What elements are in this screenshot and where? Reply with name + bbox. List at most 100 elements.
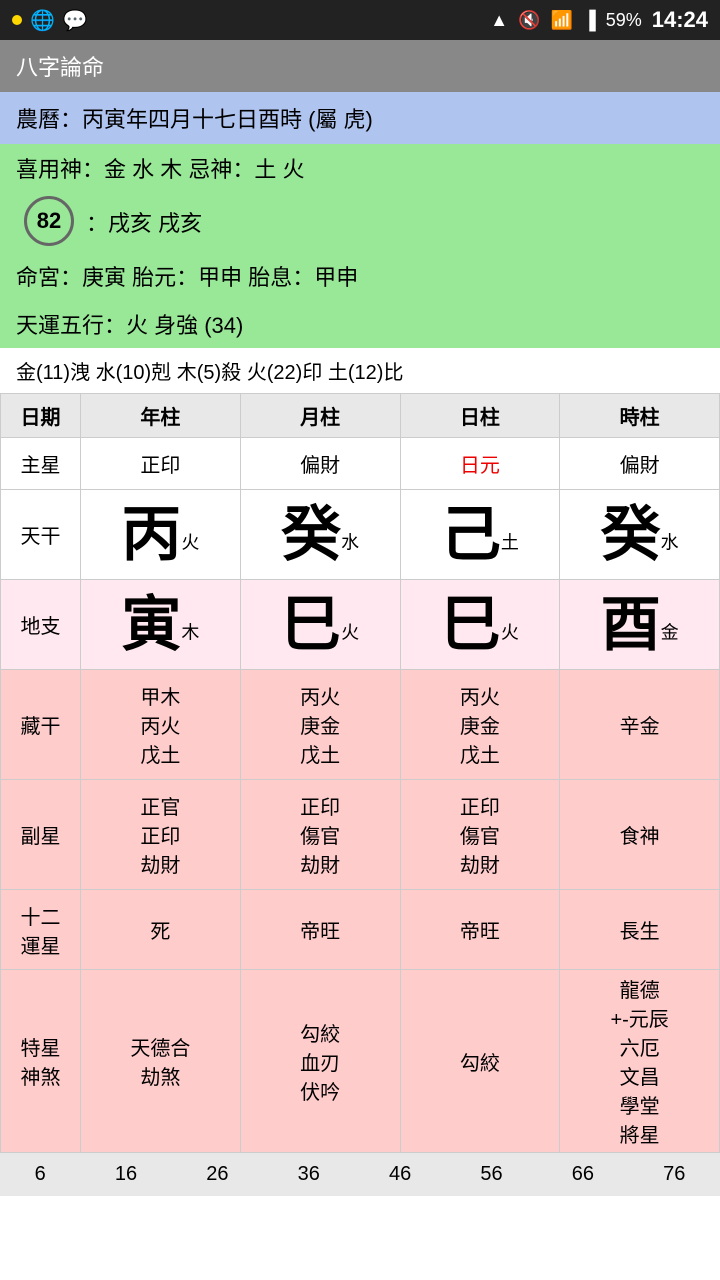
tiangan-yue: 癸水 [240,490,400,580]
tiangan-label: 天干 [1,490,81,580]
dizhi-yue-sub: 火 [341,622,359,642]
chrome-icon: 🌐 [30,8,55,33]
table-header-row: 日期 年柱 月柱 日柱 時柱 [1,394,720,438]
shier-ri: 帝旺 [400,890,560,970]
tiangan-ri: 己土 [400,490,560,580]
fuxing-shi: 食神 [560,780,720,890]
battery-text: 59% [606,10,642,31]
left-status-icons: 🌐 💬 [12,8,88,33]
zhuxing-row: 主星 正印 偏財 日元 偏財 [1,438,720,490]
tiangan-nian: 丙火 [81,490,241,580]
lunar-text: 農曆：丙寅年四月十七日酉時 (屬 虎) [16,107,373,132]
dizhi-ri-char: 巳 [441,591,501,658]
fuxing-label: 副星 [1,780,81,890]
zanggan-nian: 甲木 丙火 戊土 [81,670,241,780]
bottom-num-5: 56 [480,1163,502,1186]
shier-yue: 帝旺 [240,890,400,970]
ming-info: 命宮：庚寅 胎元：甲申 胎息：甲申 [0,252,720,300]
shenyong-text: 喜用神：金 水 木 忌神：土 火 [16,157,304,182]
zhuxing-shi: 偏財 [560,438,720,490]
zhuxing-label: 主星 [1,438,81,490]
fuxing-yue: 正印 傷官 劫財 [240,780,400,890]
bottom-num-7: 76 [663,1163,685,1186]
shenyong-info: 喜用神：金 水 木 忌神：土 火 [0,144,720,192]
col-header-yuezhu: 月柱 [240,394,400,438]
zanggan-ri: 丙火 庚金 戊土 [400,670,560,780]
texing-shi: 龍德 +-元辰 六厄 文昌 學堂 將星 [560,970,720,1153]
clock: 14:24 [652,7,708,33]
main-table: 日期 年柱 月柱 日柱 時柱 主星 正印 偏財 日元 偏財 天干 丙火 癸水 己… [0,393,720,1153]
dizhi-row: 地支 寅木 巳火 巳火 酉金 [1,580,720,670]
score-badge: 82 [24,196,74,246]
lunar-info: 農曆：丙寅年四月十七日酉時 (屬 虎) [0,92,720,144]
dizhi-shi-char: 酉 [601,591,661,658]
app-title: 八字論命 [16,50,104,82]
bottom-num-0: 6 [35,1163,46,1186]
zanggan-shi: 辛金 [560,670,720,780]
dizhi-label: 地支 [1,580,81,670]
shen2-text: ：戌亥 戌亥 [86,206,202,238]
tiangan-shi-char: 癸 [601,501,661,568]
tiangan-shi: 癸水 [560,490,720,580]
tiangan-nian-char: 丙 [121,501,181,568]
bottom-num-6: 66 [572,1163,594,1186]
tianyun-info: 天運五行：火 身強 (34) [0,300,720,348]
texing-row: 特星 神煞 天德合 劫煞 勾絞 血刃 伏吟 勾絞 龍德 +-元辰 六厄 文昌 學… [1,970,720,1153]
ming-text: 命宮：庚寅 胎元：甲申 胎息：甲申 [16,265,358,290]
tiangan-nian-sub: 火 [181,532,199,552]
zanggan-yue: 丙火 庚金 戊土 [240,670,400,780]
tiangan-ri-sub: 土 [501,532,519,552]
zhuxing-yue: 偏財 [240,438,400,490]
tianyun-text: 天運五行：火 身強 (34) [16,313,243,338]
zhuxing-nian: 正印 [81,438,241,490]
col-header-riqī: 日期 [1,394,81,438]
shen2-section: 82 ：戌亥 戌亥 [0,192,720,252]
dizhi-nian-sub: 木 [181,622,199,642]
zanggan-row: 藏干 甲木 丙火 戊土 丙火 庚金 戊土 丙火 庚金 戊土 辛金 [1,670,720,780]
fuxing-ri: 正印 傷官 劫財 [400,780,560,890]
tiangan-yue-char: 癸 [281,501,341,568]
dot-icon [12,15,22,25]
dizhi-yue-char: 巳 [281,591,341,658]
shier-nian: 死 [81,890,241,970]
shier-label: 十二 運星 [1,890,81,970]
dizhi-ri-sub: 火 [501,622,519,642]
bottom-num-3: 36 [298,1163,320,1186]
col-header-nianzhu: 年柱 [81,394,241,438]
app-bar: 八字論命 [0,40,720,92]
col-header-shizhu: 時柱 [560,394,720,438]
wuxing-text: 金(11)洩 水(10)剋 木(5)殺 火(22)印 土(12)比 [16,362,403,384]
tiangan-shi-sub: 水 [661,532,679,552]
dizhi-nian-char: 寅 [121,591,181,658]
wifi-icon: 📶 [551,10,573,31]
shen2-row: 82 ：戌亥 戌亥 [16,196,704,248]
tiangan-yue-sub: 水 [341,532,359,552]
texing-yue: 勾絞 血刃 伏吟 [240,970,400,1153]
dizhi-shi: 酉金 [560,580,720,670]
zhuxing-ri: 日元 [400,438,560,490]
fuxing-row: 副星 正官 正印 劫財 正印 傷官 劫財 正印 傷官 劫財 食神 [1,780,720,890]
texing-nian: 天德合 劫煞 [81,970,241,1153]
tiangan-row: 天干 丙火 癸水 己土 癸水 [1,490,720,580]
shier-row: 十二 運星 死 帝旺 帝旺 長生 [1,890,720,970]
bottom-num-1: 16 [115,1163,137,1186]
dizhi-nian: 寅木 [81,580,241,670]
tiangan-ri-char: 己 [441,501,501,568]
bottom-number-row: 6 16 26 36 46 56 66 76 [0,1153,720,1196]
dizhi-shi-sub: 金 [661,622,679,642]
bottom-num-2: 26 [206,1163,228,1186]
shier-shi: 長生 [560,890,720,970]
zanggan-label: 藏干 [1,670,81,780]
dizhi-ri: 巳火 [400,580,560,670]
col-header-rizhu: 日柱 [400,394,560,438]
signal-icon: ▐ [583,10,596,31]
chat-icon: 💬 [63,8,88,33]
wuxing-info: 金(11)洩 水(10)剋 木(5)殺 火(22)印 土(12)比 [0,348,720,393]
dizhi-yue: 巳火 [240,580,400,670]
fuxing-nian: 正官 正印 劫財 [81,780,241,890]
texing-label: 特星 神煞 [1,970,81,1153]
bluetooth-icon: ▲ [490,10,508,31]
bottom-num-4: 46 [389,1163,411,1186]
texing-ri: 勾絞 [400,970,560,1153]
status-bar: 🌐 💬 ▲ 🔇 📶 ▐ 59% 14:24 [0,0,720,40]
